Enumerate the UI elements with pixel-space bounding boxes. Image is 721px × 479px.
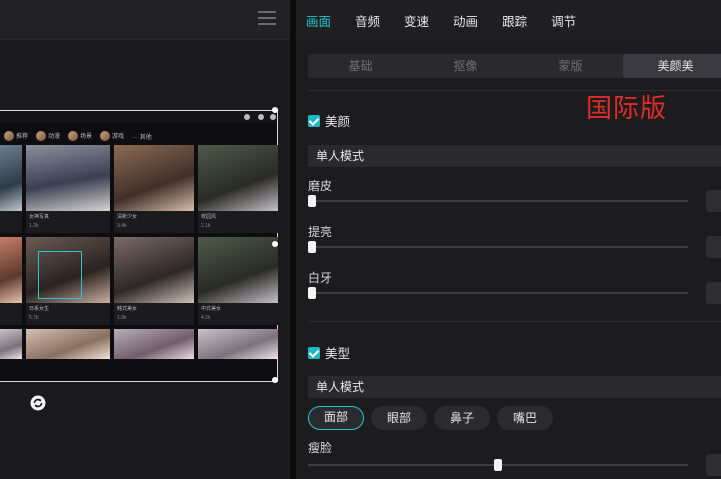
filter-item: 推荐 <box>4 131 28 142</box>
resize-handle[interactable] <box>272 377 278 383</box>
tab-adjust[interactable]: 调节 <box>551 11 576 30</box>
slim-face-label: 瘦脸 <box>308 441 333 455</box>
whiten-teeth-value[interactable] <box>706 282 721 304</box>
beauty-label: 美颜 <box>325 115 351 129</box>
subtab-bar: 基础 抠像 蒙版 美颜美 <box>308 54 721 78</box>
pill-nose[interactable]: 鼻子 <box>434 406 490 430</box>
slider-knob[interactable] <box>308 287 316 299</box>
filter-row: 推荐 动漫 场景 游戏 ··· 其他 <box>0 128 277 144</box>
shape-label: 美型 <box>325 347 351 361</box>
preview-toolbar <box>0 0 290 40</box>
slider-knob[interactable] <box>308 195 316 207</box>
smooth-skin-slider[interactable] <box>308 195 688 207</box>
subtab-mask[interactable]: 蒙版 <box>518 54 623 78</box>
rotate-icon[interactable] <box>30 395 46 411</box>
beauty-mode-select[interactable]: 单人模式 <box>308 145 721 167</box>
subtab-cutout[interactable]: 抠像 <box>413 54 518 78</box>
shape-checkbox[interactable] <box>308 346 320 359</box>
pill-mouth[interactable]: 嘴巴 <box>497 406 553 430</box>
settings-icon <box>244 114 250 120</box>
beauty-toggle[interactable]: 美颜 <box>308 111 350 130</box>
property-panel: 画面 音频 变速 动画 跟踪 调节 基础 抠像 蒙版 美颜美 国际版 美颜 单人… <box>296 0 721 479</box>
grid-tile <box>0 145 22 233</box>
brighten-slider[interactable] <box>308 241 688 253</box>
slim-face-value[interactable] <box>706 454 721 476</box>
slider-knob[interactable] <box>494 459 502 471</box>
tab-speed[interactable]: 变速 <box>404 11 429 30</box>
filter-item: 游戏 <box>100 131 124 142</box>
preview-pane: 推荐 动漫 场景 游戏 ··· 其他 女神写真 1.2k 清新少女 3.4k 校园风… <box>0 0 290 479</box>
canvas-header <box>0 111 277 123</box>
filter-item: ··· 其他 <box>132 134 152 141</box>
shape-toggle[interactable]: 美型 <box>308 343 350 362</box>
face-detect-box <box>38 251 82 299</box>
image-grid: 女神写真 1.2k 清新少女 3.4k 校园风 2.1k 日系女生 5.7k 韩式美女 1… <box>0 145 278 359</box>
grid-tile <box>0 329 22 359</box>
grid-tile <box>198 329 278 359</box>
grid-tile: 女神写真 1.2k <box>26 145 110 233</box>
menu-icon[interactable] <box>258 11 276 27</box>
grid-tile: 中式美女 4.2k <box>198 237 278 325</box>
grid-tile <box>0 237 22 325</box>
grid-tile <box>114 329 194 359</box>
smooth-skin-value[interactable] <box>706 190 721 212</box>
beauty-checkbox[interactable] <box>308 114 320 127</box>
grid-tile <box>26 329 110 359</box>
panel-tabs: 画面 音频 变速 动画 跟踪 调节 <box>296 0 721 40</box>
tab-screen[interactable]: 画面 <box>306 11 331 30</box>
filter-item: 场景 <box>68 131 92 142</box>
grid-tile: 韩式美女 1.9k <box>114 237 194 325</box>
shape-category-row: 面部 眼部 鼻子 嘴巴 <box>308 406 553 430</box>
divider-line <box>308 321 721 322</box>
tab-audio[interactable]: 音频 <box>355 11 380 30</box>
user-icon <box>270 114 276 120</box>
subtab-basic[interactable]: 基础 <box>308 54 413 78</box>
slider-knob[interactable] <box>308 241 316 253</box>
tab-animation[interactable]: 动画 <box>453 11 478 30</box>
pill-face[interactable]: 面部 <box>308 406 364 430</box>
shape-mode-select[interactable]: 单人模式 <box>308 376 721 398</box>
whiten-teeth-label: 白牙 <box>308 271 333 285</box>
grid-tile: 日系女生 5.7k <box>26 237 110 325</box>
tab-tracking[interactable]: 跟踪 <box>502 11 527 30</box>
filter-item: 动漫 <box>36 131 60 142</box>
slim-face-slider[interactable] <box>308 459 688 471</box>
brighten-value[interactable] <box>706 236 721 258</box>
grid-tile: 校园风 2.1k <box>198 145 278 233</box>
subtab-beauty[interactable]: 美颜美 <box>623 54 721 78</box>
resize-handle[interactable] <box>272 241 278 247</box>
smooth-skin-label: 磨皮 <box>308 179 333 193</box>
watermark-text: 国际版 <box>586 94 668 124</box>
pill-eyes[interactable]: 眼部 <box>371 406 427 430</box>
brighten-label: 提亮 <box>308 225 333 239</box>
bell-icon <box>258 114 264 120</box>
video-canvas[interactable]: 推荐 动漫 场景 游戏 ··· 其他 女神写真 1.2k 清新少女 3.4k 校园风… <box>0 107 278 383</box>
app-window: 推荐 动漫 场景 游戏 ··· 其他 女神写真 1.2k 清新少女 3.4k 校园风… <box>0 0 721 479</box>
grid-tile: 清新少女 3.4k <box>114 145 194 233</box>
whiten-teeth-slider[interactable] <box>308 287 688 299</box>
resize-handle[interactable] <box>272 107 278 113</box>
